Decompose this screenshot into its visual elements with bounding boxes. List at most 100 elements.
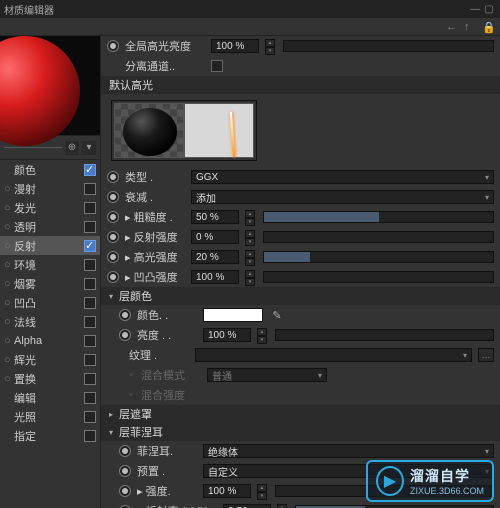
channel-row-3[interactable]: ○透明 xyxy=(0,217,100,236)
global-spec-spinner[interactable]: ▴▾ xyxy=(265,39,275,53)
spec-value[interactable]: 20 % xyxy=(191,250,239,264)
separate-channel-label: 分离通道.. xyxy=(125,58,205,74)
channel-label: 反射 xyxy=(14,238,80,254)
global-spec-slider[interactable] xyxy=(283,40,494,52)
brightness-radio[interactable] xyxy=(119,329,131,341)
channel-checkbox[interactable] xyxy=(84,316,96,328)
arrow-left-icon[interactable]: ← xyxy=(446,21,458,33)
channel-row-7[interactable]: ○凹凸 xyxy=(0,293,100,312)
atten-dropdown[interactable]: 添加 xyxy=(191,190,494,204)
channel-checkbox[interactable] xyxy=(84,259,96,271)
bump-radio[interactable] xyxy=(107,271,119,283)
nav-icon[interactable]: ⊕ xyxy=(65,141,79,155)
section-layer-mask[interactable]: ▸ 层遮罩 xyxy=(101,405,500,423)
eyedropper-icon[interactable]: ✎ xyxy=(269,308,285,322)
channel-row-14[interactable]: 指定 xyxy=(0,426,100,445)
spec-radio[interactable] xyxy=(107,251,119,263)
channel-row-10[interactable]: ○辉光 xyxy=(0,350,100,369)
separate-channel-checkbox[interactable] xyxy=(211,60,223,72)
channel-row-13[interactable]: 光照 xyxy=(0,407,100,426)
minimize-button[interactable]: — xyxy=(468,4,482,15)
rough-slider[interactable] xyxy=(263,211,494,223)
color-swatch[interactable] xyxy=(203,308,263,322)
brightness-spinner[interactable]: ▴▾ xyxy=(257,328,267,342)
texture-more-button[interactable]: … xyxy=(478,348,494,362)
channel-checkbox[interactable] xyxy=(84,164,96,176)
refl-slider[interactable] xyxy=(263,231,494,243)
channel-checkbox[interactable] xyxy=(84,354,96,366)
channel-checkbox[interactable] xyxy=(84,297,96,309)
texture-dropdown[interactable] xyxy=(195,348,472,362)
section-default-highlight[interactable]: 默认高光 xyxy=(101,76,500,94)
fresnel-strength-value[interactable]: 100 % xyxy=(203,484,251,498)
bump-slider[interactable] xyxy=(263,271,494,283)
brightness-label: 亮度 . . xyxy=(137,327,197,343)
fresnel-dropdown[interactable]: 绝缘体 xyxy=(203,444,494,458)
fresnel-radio[interactable] xyxy=(119,445,131,457)
watermark-title: 溜溜自学 xyxy=(410,466,484,486)
global-spec-value[interactable]: 100 % xyxy=(211,39,259,53)
channel-row-11[interactable]: ○置换 xyxy=(0,369,100,388)
channel-label: 指定 xyxy=(14,428,80,444)
channel-checkbox[interactable] xyxy=(84,392,96,404)
dropdown-icon[interactable]: ▾ xyxy=(82,141,96,155)
brightness-slider[interactable] xyxy=(275,329,494,341)
ior-spinner[interactable]: ▴▾ xyxy=(277,504,287,508)
type-dropdown[interactable]: GGX xyxy=(191,170,494,184)
brightness-value[interactable]: 100 % xyxy=(203,328,251,342)
spec-slider[interactable] xyxy=(263,251,494,263)
channel-checkbox[interactable] xyxy=(84,221,96,233)
rough-radio[interactable] xyxy=(107,211,119,223)
bump-value[interactable]: 100 % xyxy=(191,270,239,284)
channel-row-5[interactable]: ○环境 xyxy=(0,255,100,274)
channel-checkbox[interactable] xyxy=(84,430,96,442)
ior-value[interactable]: 2.76 xyxy=(223,504,271,508)
blend-strength-row: ◦ 混合强度 xyxy=(101,385,500,405)
thumb-falloff[interactable] xyxy=(184,103,254,158)
channel-checkbox[interactable] xyxy=(84,335,96,347)
channel-row-2[interactable]: ○发光 xyxy=(0,198,100,217)
maximize-button[interactable]: ▢ xyxy=(482,4,496,15)
fresnel-strength-radio[interactable] xyxy=(119,485,131,497)
channel-row-0[interactable]: 颜色 xyxy=(0,160,100,179)
channel-checkbox[interactable] xyxy=(84,278,96,290)
channel-label: 透明 xyxy=(14,219,80,235)
play-icon: ▶ xyxy=(376,466,404,496)
texture-label: 纹理 . xyxy=(129,347,189,363)
channel-row-4[interactable]: ○反射 xyxy=(0,236,100,255)
refl-radio[interactable] xyxy=(107,231,119,243)
fresnel-strength-spinner[interactable]: ▴▾ xyxy=(257,484,267,498)
arrow-up-icon[interactable]: ↑ xyxy=(464,21,476,33)
fresnel-type-row: 菲涅耳. 绝缘体 xyxy=(101,441,500,461)
channel-checkbox[interactable] xyxy=(84,240,96,252)
section-layer-fresnel[interactable]: ▾ 层菲涅耳 xyxy=(101,423,500,441)
channel-row-8[interactable]: ○法线 xyxy=(0,312,100,331)
channel-checkbox[interactable] xyxy=(84,411,96,423)
spec-label: ▸ 高光强度 xyxy=(125,249,185,265)
spec-spinner[interactable]: ▴▾ xyxy=(245,250,255,264)
lock-icon[interactable]: 🔒 xyxy=(482,21,494,33)
rough-spinner[interactable]: ▴▾ xyxy=(245,210,255,224)
type-radio[interactable] xyxy=(107,171,119,183)
color-radio[interactable] xyxy=(119,309,131,321)
refl-spinner[interactable]: ▴▾ xyxy=(245,230,255,244)
blend-mode-dropdown[interactable]: 普通 xyxy=(207,368,327,382)
channel-row-9[interactable]: ○Alpha xyxy=(0,331,100,350)
chevron-right-icon: ▸ xyxy=(109,410,119,419)
rough-value[interactable]: 50 % xyxy=(191,210,239,224)
material-preview[interactable] xyxy=(0,36,100,136)
channel-row-12[interactable]: 编辑 xyxy=(0,388,100,407)
refl-value[interactable]: 0 % xyxy=(191,230,239,244)
channel-label: 编辑 xyxy=(14,390,80,406)
channel-checkbox[interactable] xyxy=(84,373,96,385)
channel-checkbox[interactable] xyxy=(84,183,96,195)
preset-radio[interactable] xyxy=(119,465,131,477)
thumb-sphere[interactable] xyxy=(114,103,184,158)
atten-radio[interactable] xyxy=(107,191,119,203)
channel-row-1[interactable]: ○漫射 xyxy=(0,179,100,198)
bump-spinner[interactable]: ▴▾ xyxy=(245,270,255,284)
section-layer-color[interactable]: ▾ 层颜色 xyxy=(101,287,500,305)
channel-checkbox[interactable] xyxy=(84,202,96,214)
global-spec-radio[interactable] xyxy=(107,40,119,52)
channel-row-6[interactable]: ○烟雾 xyxy=(0,274,100,293)
